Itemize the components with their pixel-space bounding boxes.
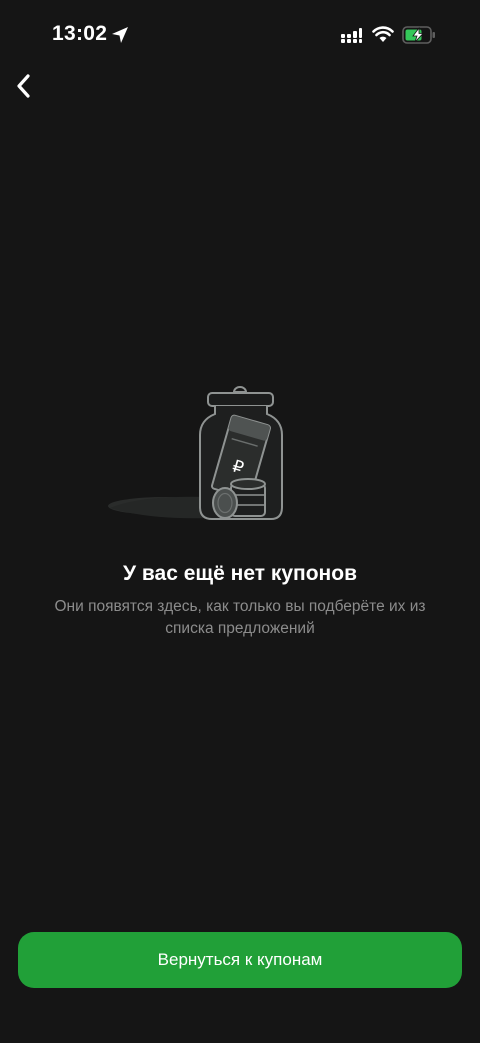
- wifi-icon: [372, 26, 394, 42]
- back-to-coupons-button[interactable]: Вернуться к купонам: [18, 932, 462, 988]
- location-arrow-icon: [112, 27, 128, 43]
- status-bar: 13:02: [0, 0, 480, 70]
- battery-charging-icon: [402, 26, 435, 44]
- chevron-left-icon: [17, 74, 30, 98]
- empty-state-subtitle: Они появятся здесь, как только вы подбер…: [54, 598, 426, 637]
- signal-icon: [341, 28, 362, 43]
- status-time: 13:02: [52, 22, 108, 45]
- back-button[interactable]: [6, 68, 42, 104]
- empty-jar-illustration: ₽: [108, 386, 283, 520]
- back-to-coupons-label: Вернуться к купонам: [157, 950, 323, 969]
- empty-state-title: У вас ещё нет купонов: [123, 562, 357, 585]
